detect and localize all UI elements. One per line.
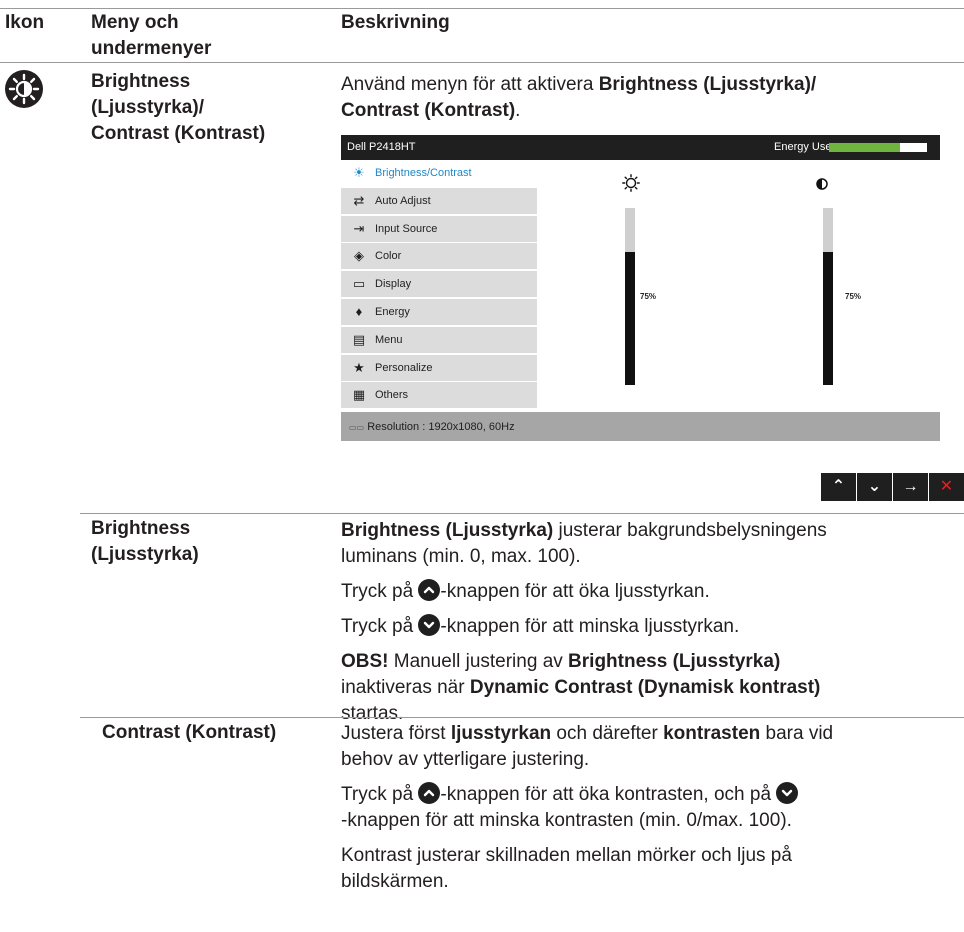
input-source-icon: ⇥	[353, 220, 365, 236]
arrow-right-button[interactable]: →	[893, 473, 928, 501]
resolution-status: ▭▭ Resolution : 1920x1080, 60Hz	[349, 421, 515, 433]
chevron-down-icon: ⌄	[867, 478, 882, 495]
header-rule	[0, 62, 964, 63]
osd-menu-item[interactable]: ⇄ Auto Adjust	[341, 187, 537, 214]
sun-icon	[622, 174, 640, 197]
osd-menu-item-label: Color	[375, 250, 402, 263]
osd-menu-item-label: Input Source	[375, 222, 438, 235]
header-description-column: Beskrivning	[341, 12, 450, 33]
up-button-icon	[418, 579, 441, 601]
osd-model-name: Dell P2418HT	[347, 141, 416, 153]
osd-menu-item[interactable]: ▦ Others	[341, 382, 537, 409]
osd-menu-item-label: Personalize	[375, 361, 433, 374]
main-description: Använd menyn för att aktivera Brightness…	[341, 74, 817, 121]
osd-menu-item[interactable]: ⇥ Input Source	[341, 215, 537, 242]
osd-menu-item-label: Energy	[375, 306, 410, 318]
submenu-name-contrast: Contrast (Kontrast)	[102, 722, 277, 743]
brightness-description: Brightness (Ljusstyrka) justerar bakgrun…	[341, 518, 961, 727]
osd-menu-item[interactable]: ▤ Menu	[341, 326, 537, 353]
osd-status-bar: ▭▭ Resolution : 1920x1080, 60Hz	[341, 412, 940, 441]
brightness-slider[interactable]	[625, 208, 635, 385]
brightness-slider-fill	[625, 252, 635, 385]
osd-menu-item-label: Brightness/Contrast	[375, 167, 472, 179]
chevron-up-button[interactable]: ⌃	[821, 473, 856, 501]
row-rule-1	[80, 513, 964, 514]
color-icon: ◈	[354, 248, 364, 264]
table-top-rule	[0, 8, 964, 9]
arrow-right-icon: →	[902, 478, 919, 495]
chevron-up-icon: ⌃	[831, 478, 846, 495]
personalize-icon: ★	[353, 359, 365, 375]
contrast-value: 75%	[845, 292, 862, 301]
display-icon: ▭	[352, 276, 366, 292]
osd-menu-item[interactable]: ★ Personalize	[341, 354, 537, 381]
osd-menu-item[interactable]: ☀ Brightness/Contrast	[341, 160, 537, 186]
close-button[interactable]: ✕	[929, 473, 964, 501]
osd-menu-item-label: Display	[375, 278, 412, 291]
osd-menu-item-label: Auto Adjust	[375, 194, 431, 207]
osd-title-bar: Dell P2418HT Energy Use	[341, 135, 940, 160]
chevron-down-button[interactable]: ⌄	[857, 473, 892, 501]
energy-use-label: Energy Use	[774, 141, 832, 153]
down-button-icon	[418, 614, 441, 636]
osd-screenshot: Dell P2418HT Energy Use ☀ Brightness/Cont…	[341, 135, 940, 441]
brightness-note: OBS! Manuell justering av Brightness (Lj…	[341, 651, 821, 724]
osd-menu-item[interactable]: ♦ Energy	[341, 299, 537, 325]
others-icon: ▦	[352, 387, 366, 403]
contrast-slider-fill	[823, 252, 833, 385]
header-menu-column: Meny och undermenyer	[91, 12, 212, 59]
osd-menu-item[interactable]: ▭ Display	[341, 271, 537, 298]
down-button-icon	[776, 782, 799, 804]
energy-use-fill	[829, 143, 900, 152]
contrast-icon	[816, 177, 828, 195]
menu-icon: ▤	[352, 331, 366, 347]
close-icon: ✕	[939, 478, 954, 495]
contrast-slider[interactable]	[823, 208, 833, 385]
auto-adjust-icon: ⇄	[353, 192, 365, 208]
row-rule-2	[80, 717, 964, 718]
energy-use-meter	[829, 143, 927, 152]
osd-menu-item[interactable]: ◈ Color	[341, 243, 537, 270]
osd-menu-item-label: Menu	[375, 333, 403, 346]
menu-name-brightness-contrast: Brightness (Ljusstyrka)/ Contrast (Kontr…	[91, 71, 266, 144]
osd-menu-item-label: Others	[375, 389, 409, 402]
up-button-icon	[418, 782, 441, 804]
brightness-contrast-icon	[5, 70, 43, 108]
brightness-value: 75%	[640, 292, 657, 301]
energy-icon: ♦	[355, 304, 363, 319]
contrast-description: Justera först ljusstyrkan och därefter k…	[341, 723, 834, 892]
connector-icon: ▭▭	[349, 423, 365, 432]
header-icon-column: Ikon	[5, 12, 45, 33]
submenu-name-brightness: Brightness (Ljusstyrka)	[91, 518, 199, 565]
brightness-icon: ☀	[353, 165, 365, 180]
